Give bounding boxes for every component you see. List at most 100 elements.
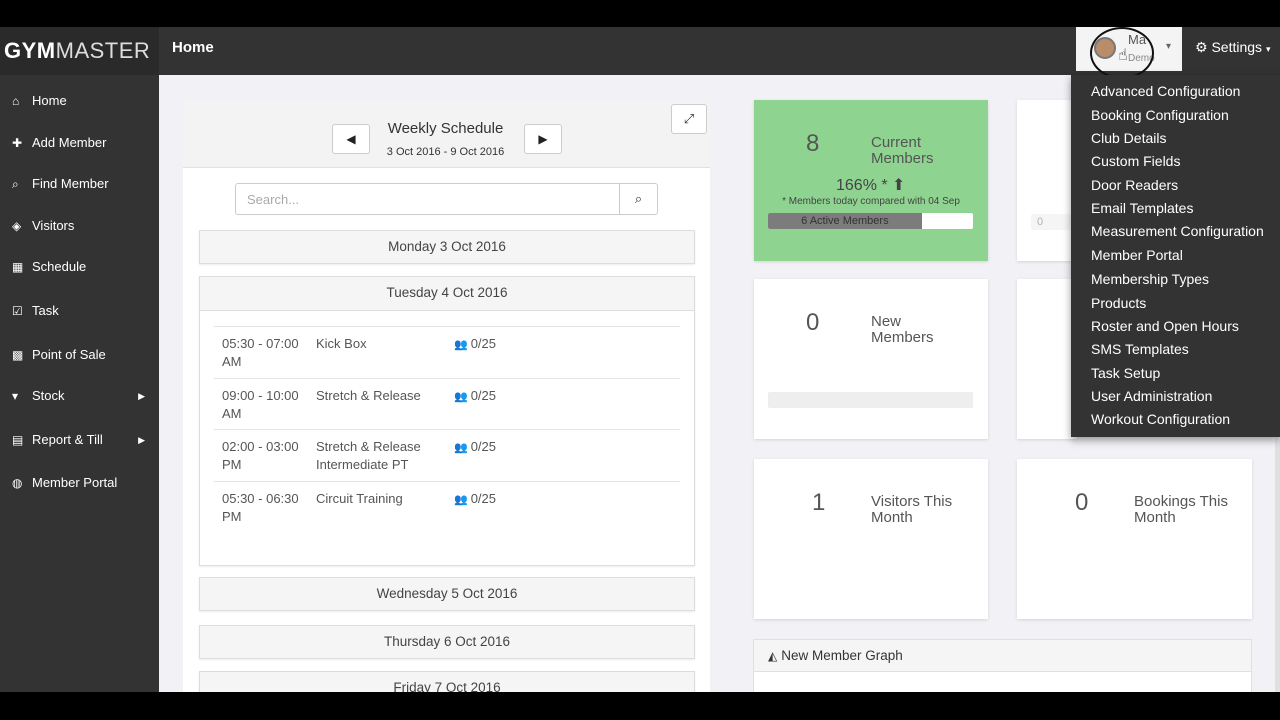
- new-members-card[interactable]: 0 New Members: [754, 279, 988, 439]
- search-button[interactable]: ⌕: [619, 183, 658, 215]
- bookings-count: 0: [1075, 489, 1089, 516]
- gear-icon: ⚙: [1195, 39, 1208, 55]
- day-header-wednesday[interactable]: Wednesday 5 Oct 2016: [199, 577, 695, 611]
- class-time: 09:00 - 10:00 AM: [222, 388, 299, 421]
- stat-card-hidden-bar: [1031, 214, 1071, 230]
- sidebar-item-task[interactable]: ☑ Task: [0, 299, 159, 323]
- logo-thin-text: MASTER: [55, 38, 151, 63]
- user-menu-button[interactable]: Ma Demo ☝ ▾: [1076, 27, 1182, 79]
- sidebar-item-find-member[interactable]: ⌕ Find Member: [0, 172, 159, 196]
- weekly-schedule-panel: ◀ Weekly Schedule 3 Oct 2016 - 9 Oct 201…: [183, 102, 710, 692]
- menu-item-measurement-configuration[interactable]: Measurement Configuration: [1091, 223, 1264, 239]
- member-growth-note: * Members today compared with 04 Sep: [782, 196, 960, 207]
- day-header-tuesday[interactable]: Tuesday 4 Oct 2016: [200, 277, 694, 311]
- caret-left-icon: ◀: [346, 132, 356, 146]
- schedule-search-input[interactable]: [235, 183, 620, 215]
- top-bar: GYMMASTER Home Ma Demo ☝ ▾ ⚙ Settings ▾: [0, 27, 1280, 79]
- menu-item-sms-templates[interactable]: SMS Templates: [1091, 341, 1189, 357]
- expand-icon: ⤢: [683, 111, 695, 126]
- day-header-thursday[interactable]: Thursday 6 Oct 2016: [199, 625, 695, 659]
- graph-header: ◭ New Member Graph: [754, 640, 1251, 672]
- menu-item-custom-fields[interactable]: Custom Fields: [1091, 153, 1180, 169]
- next-week-button[interactable]: ▶: [524, 124, 562, 154]
- home-icon: ⌂: [12, 94, 20, 108]
- bookings-label: Bookings This Month: [1134, 493, 1228, 526]
- class-capacity: 👥 0/25: [454, 438, 496, 457]
- menu-item-booking-configuration[interactable]: Booking Configuration: [1091, 107, 1229, 123]
- member-growth-percent: 166% * ⬆: [836, 175, 905, 195]
- class-row[interactable]: 05:30 - 07:00 AM Kick Box 👥 0/25: [214, 326, 680, 378]
- app-frame: GYMMASTER Home Ma Demo ☝ ▾ ⚙ Settings ▾ ⌂…: [0, 27, 1280, 692]
- sidebar-item-point-of-sale[interactable]: ▩ Point of Sale: [0, 343, 159, 367]
- class-capacity: 👥 0/25: [454, 387, 496, 406]
- grid-icon: ▩: [12, 348, 24, 362]
- capacity-value: 0/25: [470, 388, 497, 403]
- percent-value: 166% *: [836, 177, 888, 194]
- tags-icon: ◈: [12, 219, 22, 233]
- check-square-icon: ☑: [12, 304, 23, 318]
- class-row[interactable]: 09:00 - 10:00 AM Stretch & Release 👥 0/25: [214, 378, 680, 430]
- menu-item-email-templates[interactable]: Email Templates: [1091, 200, 1193, 216]
- users-icon: 👥: [454, 494, 468, 506]
- menu-item-roster-open-hours[interactable]: Roster and Open Hours: [1091, 318, 1239, 334]
- users-icon: 👥: [454, 391, 468, 403]
- menu-item-workout-configuration[interactable]: Workout Configuration: [1091, 411, 1230, 427]
- class-name: Stretch & Release: [316, 388, 421, 403]
- gymmaster-logo[interactable]: GYMMASTER: [0, 27, 159, 75]
- day-panel-tuesday: Tuesday 4 Oct 2016 05:30 - 07:00 AM Kick…: [199, 276, 695, 566]
- bookings-card[interactable]: 0 Bookings This Month: [1017, 459, 1252, 619]
- caret-right-icon: ▶: [138, 435, 145, 445]
- menu-item-products[interactable]: Products: [1091, 295, 1146, 311]
- class-capacity: 👥 0/25: [454, 490, 496, 509]
- stat-card-hidden-2[interactable]: [1017, 279, 1077, 439]
- class-row[interactable]: 05:30 - 06:30 PM Circuit Training 👥 0/25: [214, 481, 680, 533]
- caret-right-icon: ▶: [138, 391, 145, 401]
- class-name: Stretch & Release Intermediate PT: [316, 439, 421, 472]
- sidebar-item-add-member[interactable]: ✚ Add Member: [0, 131, 159, 155]
- users-icon: 👥: [454, 339, 468, 351]
- current-members-count: 8: [806, 130, 820, 157]
- new-members-progress: [768, 392, 973, 408]
- settings-button[interactable]: ⚙ Settings ▾: [1195, 27, 1271, 69]
- search-icon: ⌕: [12, 177, 19, 191]
- plus-icon: ✚: [12, 136, 23, 150]
- capacity-value: 0/25: [470, 336, 497, 351]
- visitors-label: Visitors This Month: [871, 493, 953, 526]
- users-icon: 👥: [454, 442, 468, 454]
- sidebar-item-label: Add Member: [32, 135, 107, 150]
- day-header-friday[interactable]: Friday 7 Oct 2016: [199, 671, 695, 692]
- caret-right-icon: ▶: [538, 132, 548, 146]
- current-members-label: Current Members: [871, 134, 934, 167]
- schedule-date-range: 3 Oct 2016 - 9 Oct 2016: [386, 146, 505, 158]
- class-time: 02:00 - 03:00 PM: [222, 439, 299, 472]
- sidebar-item-report-till[interactable]: ▤ Report & Till ▶: [0, 428, 159, 452]
- capacity-value: 0/25: [470, 491, 497, 506]
- class-row[interactable]: 02:00 - 03:00 PM Stretch & Release Inter…: [214, 429, 680, 481]
- visitors-count: 1: [812, 489, 826, 516]
- menu-item-user-administration[interactable]: User Administration: [1091, 388, 1212, 404]
- menu-item-membership-types[interactable]: Membership Types: [1091, 271, 1209, 287]
- sidebar-item-stock[interactable]: ▾ Stock ▶: [0, 384, 159, 408]
- active-members-progress: 6 Active Members: [768, 213, 973, 229]
- visitors-card[interactable]: 1 Visitors This Month: [754, 459, 988, 619]
- expand-button[interactable]: ⤢: [671, 104, 707, 134]
- sidebar-item-schedule[interactable]: ▦ Schedule: [0, 255, 159, 279]
- menu-item-door-readers[interactable]: Door Readers: [1091, 177, 1178, 193]
- new-member-graph-panel: ◭ New Member Graph: [753, 639, 1252, 692]
- sidebar-item-home[interactable]: ⌂ Home: [0, 89, 159, 113]
- caret-down-icon: ▾: [1166, 41, 1172, 52]
- sidebar-item-member-portal[interactable]: ◍ Member Portal: [0, 471, 159, 495]
- area-chart-icon: ◭: [768, 649, 778, 663]
- menu-item-member-portal[interactable]: Member Portal: [1091, 247, 1183, 263]
- sidebar-item-visitors[interactable]: ◈ Visitors: [0, 214, 159, 238]
- menu-item-task-setup[interactable]: Task Setup: [1091, 365, 1160, 381]
- new-members-count: 0: [806, 309, 820, 336]
- schedule-header: ◀ Weekly Schedule 3 Oct 2016 - 9 Oct 201…: [183, 102, 710, 168]
- previous-week-button[interactable]: ◀: [332, 124, 370, 154]
- menu-item-advanced-configuration[interactable]: Advanced Configuration: [1091, 83, 1240, 99]
- new-members-label: New Members: [871, 313, 934, 346]
- current-members-card[interactable]: 8 Current Members 166% * ⬆ * Members tod…: [754, 100, 988, 261]
- menu-item-club-details[interactable]: Club Details: [1091, 130, 1166, 146]
- shirt-icon: ▾: [12, 389, 19, 403]
- day-header-monday[interactable]: Monday 3 Oct 2016: [199, 230, 695, 264]
